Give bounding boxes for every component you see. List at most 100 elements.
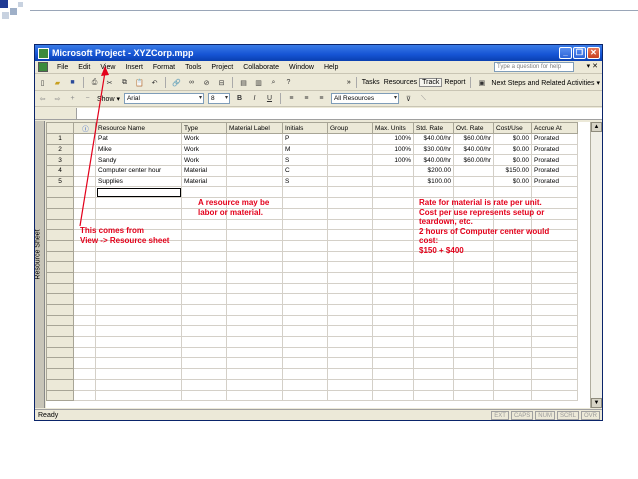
table-row[interactable]: 1 Pat Work P 100% $40.00/hr $60.00/hr $0.00 Pror… xyxy=(46,133,578,145)
cell-std[interactable] xyxy=(413,314,454,327)
task-info-icon[interactable]: ▤ xyxy=(238,77,249,88)
cell-name[interactable] xyxy=(95,325,182,338)
cell-std[interactable] xyxy=(413,389,454,402)
cell-initials[interactable] xyxy=(282,357,328,370)
tasks-button[interactable]: Tasks xyxy=(360,79,382,86)
cell-name[interactable] xyxy=(95,271,182,284)
cell-indicator[interactable] xyxy=(73,304,96,316)
row-id-cell[interactable] xyxy=(46,293,74,305)
row-id-cell[interactable] xyxy=(46,239,74,252)
cell-max[interactable] xyxy=(372,378,414,391)
row-id-cell[interactable]: 4 xyxy=(46,165,74,177)
cell-name[interactable] xyxy=(95,304,182,316)
cell-cost[interactable]: $0.00 xyxy=(493,143,532,156)
cell-indicator[interactable] xyxy=(73,325,96,338)
menu-tools[interactable]: Tools xyxy=(180,64,206,71)
row-id-cell[interactable] xyxy=(46,378,74,391)
cell-name[interactable] xyxy=(95,261,182,273)
row-id-cell[interactable] xyxy=(46,336,74,348)
cell-group[interactable] xyxy=(327,368,373,380)
cell-cost[interactable]: $0.00 xyxy=(493,133,532,145)
cell-ovt[interactable] xyxy=(453,175,494,188)
table-row[interactable] xyxy=(46,346,578,359)
row-id-cell[interactable] xyxy=(46,229,74,241)
cell-material[interactable] xyxy=(226,261,283,273)
cell-initials[interactable] xyxy=(282,229,328,241)
cell-max[interactable] xyxy=(372,218,414,231)
row-id-cell[interactable] xyxy=(46,250,74,263)
cell-name[interactable] xyxy=(95,378,182,391)
cell-type[interactable] xyxy=(181,293,227,305)
cell-material[interactable] xyxy=(226,282,283,295)
cell-std[interactable]: $100.00 xyxy=(413,175,454,188)
cell-type[interactable] xyxy=(181,186,227,199)
cell-accrue[interactable] xyxy=(531,186,578,199)
col-header-id[interactable] xyxy=(46,122,74,134)
cell-cost[interactable] xyxy=(493,186,532,199)
scroll-down-icon[interactable]: ▼ xyxy=(591,398,602,408)
cell-accrue[interactable] xyxy=(531,336,578,348)
cell-group[interactable] xyxy=(327,271,373,284)
cell-ovt[interactable] xyxy=(453,304,494,316)
cell-group[interactable] xyxy=(327,304,373,316)
cell-std[interactable] xyxy=(413,346,454,359)
cell-indicator[interactable] xyxy=(73,336,96,348)
cell-initials[interactable] xyxy=(282,197,328,209)
cell-group[interactable] xyxy=(327,154,373,167)
cell-material[interactable] xyxy=(226,389,283,402)
entry-bar[interactable] xyxy=(35,108,602,120)
print-icon[interactable]: ⎙ xyxy=(89,77,100,88)
cell-std[interactable] xyxy=(413,357,454,370)
cell-material[interactable] xyxy=(226,293,283,305)
cell-cost[interactable] xyxy=(493,271,532,284)
cell-std[interactable] xyxy=(413,378,454,391)
cell-max[interactable] xyxy=(372,175,414,188)
cell-initials[interactable] xyxy=(282,346,328,359)
cell-material[interactable] xyxy=(226,218,283,231)
cell-accrue[interactable] xyxy=(531,357,578,370)
cell-indicator[interactable] xyxy=(73,346,96,359)
cell-max[interactable] xyxy=(372,293,414,305)
cell-indicator[interactable] xyxy=(73,154,96,167)
cell-type[interactable] xyxy=(181,282,227,295)
hyperlink-icon[interactable]: 🔗 xyxy=(171,77,182,88)
cell-initials[interactable]: P xyxy=(282,133,328,145)
cell-indicator[interactable] xyxy=(73,378,96,391)
row-id-cell[interactable]: 3 xyxy=(46,154,74,167)
cell-indicator[interactable] xyxy=(73,165,96,177)
cell-initials[interactable] xyxy=(282,186,328,199)
cell-max[interactable] xyxy=(372,229,414,241)
split-icon[interactable]: ⊟ xyxy=(216,77,227,88)
cell-name[interactable] xyxy=(95,197,182,209)
resources-button[interactable]: Resources xyxy=(382,79,419,86)
cell-name[interactable]: Computer center hour xyxy=(95,165,182,177)
cell-ovt[interactable]: $40.00/hr xyxy=(453,143,494,156)
cell-accrue[interactable] xyxy=(531,293,578,305)
table-row[interactable]: 3 Sandy Work S 100% $40.00/hr $60.00/hr $0.00 Pr… xyxy=(46,154,578,167)
cell-max[interactable] xyxy=(372,325,414,338)
row-id-cell[interactable] xyxy=(46,282,74,295)
table-row[interactable] xyxy=(46,336,578,348)
cell-initials[interactable] xyxy=(282,336,328,348)
table-row[interactable] xyxy=(46,271,578,284)
cell-indicator[interactable] xyxy=(73,186,96,199)
cell-material[interactable] xyxy=(226,304,283,316)
expand-icon[interactable]: + xyxy=(67,93,78,104)
col-header-type[interactable]: Type xyxy=(181,122,227,134)
cell-ovt[interactable] xyxy=(453,293,494,305)
row-id-cell[interactable] xyxy=(46,325,74,338)
cell-material[interactable] xyxy=(226,143,283,156)
cell-indicator[interactable] xyxy=(73,368,96,380)
minimize-button[interactable]: _ xyxy=(559,47,572,59)
cell-max[interactable]: 100% xyxy=(372,154,414,167)
table-row[interactable] xyxy=(46,186,578,199)
cell-group[interactable] xyxy=(327,133,373,145)
cell-type[interactable] xyxy=(181,378,227,391)
cell-ovt[interactable] xyxy=(453,271,494,284)
font-size-dropdown[interactable]: 8 xyxy=(207,93,230,104)
autofilter-icon[interactable]: ⊽ xyxy=(403,93,414,104)
row-id-cell[interactable] xyxy=(46,271,74,284)
cell-material[interactable] xyxy=(226,314,283,327)
cell-max[interactable] xyxy=(372,207,414,220)
cell-material[interactable] xyxy=(226,165,283,177)
